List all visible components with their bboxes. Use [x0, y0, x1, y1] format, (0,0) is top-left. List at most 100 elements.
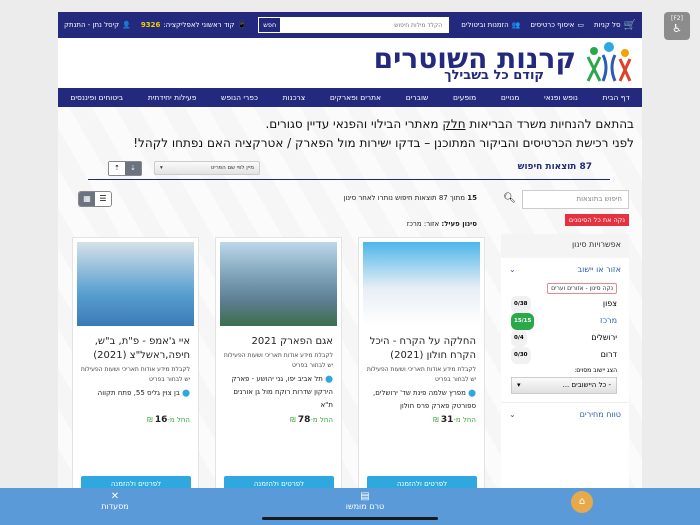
- user-icon: 👤: [122, 21, 131, 29]
- clear-all-filters-button[interactable]: נקה את כל הסינונים: [564, 214, 629, 226]
- orders-link[interactable]: 👥 הזמנות וביטולים: [461, 21, 520, 29]
- product-image[interactable]: [77, 242, 194, 326]
- active-filter-label: סינון פעיל:: [441, 220, 477, 228]
- card-description: לקבלת מידע אודות תאריכי ושעות הפעילות יש…: [223, 352, 333, 369]
- list-icon: ▤: [360, 491, 370, 502]
- chevron-down-icon: ⌄: [509, 265, 516, 274]
- card-title[interactable]: איי ג'אמפ - פ"ת, ב"ש, חיפה,ראשל"צ (2021): [78, 335, 190, 363]
- city-select[interactable]: - כל היישובים ... ▾: [511, 377, 617, 394]
- currency: ₪: [147, 416, 153, 424]
- results-count: 87 תוצאות חיפוש: [517, 162, 592, 172]
- nav-vouchers[interactable]: שוברים: [406, 93, 429, 102]
- region-list: צפון 0/38 מרכז 15/15 ירושלים 0/4 דרום 0/30: [501, 294, 629, 364]
- price-prefix: החל מ-: [167, 416, 190, 424]
- card-title[interactable]: החלקה על הקרח - היכל הקרח חולון (2021): [364, 335, 476, 363]
- card-address: בן צוין גליס 55, פתח תקווה: [97, 389, 180, 397]
- cards-link[interactable]: ▭ איסוף כרטיסים: [530, 21, 584, 29]
- accessibility-button[interactable]: [F2] ♿: [664, 12, 690, 40]
- region-item[interactable]: דרום 0/30: [511, 347, 617, 364]
- nav-unit-activity[interactable]: פעילות יחידתית: [148, 93, 197, 102]
- home-indicator: [262, 517, 438, 520]
- region-name: צפון: [602, 299, 617, 308]
- results-text: מתוך 87 תוצאות חיפוש נותרו לאחר סינון: [343, 194, 468, 202]
- user-logout-link[interactable]: 👤 קיסל נתן - התנתק: [64, 21, 131, 29]
- phone-icon: 📱: [237, 21, 247, 29]
- city-label: הצג יישוב מסוים:: [574, 367, 617, 374]
- card-price: החל מ-31 ₪: [433, 415, 476, 425]
- sort-asc-icon[interactable]: ⇡: [109, 162, 125, 175]
- app-code: 📱 קוד ראשוני לאפליקציה: 9326: [141, 21, 246, 29]
- active-filter: סינון פעיל: אזור: מרכז: [407, 220, 477, 228]
- grid-view-icon[interactable]: ▦: [79, 192, 95, 206]
- divider: [88, 179, 610, 180]
- nav-home[interactable]: דף הבית: [603, 93, 630, 102]
- region-item[interactable]: צפון 0/38: [511, 296, 617, 313]
- nav-shows[interactable]: מופעים: [453, 93, 476, 102]
- search-icon[interactable]: 🔍︎: [503, 193, 516, 204]
- nav-vacation[interactable]: נופש ופנאי: [544, 93, 578, 102]
- subsidized-tab[interactable]: ▤ טרם מומשו: [320, 491, 410, 511]
- utensils-icon: ✕: [110, 491, 120, 502]
- price-prefix: החל מ-: [310, 416, 333, 424]
- home-button[interactable]: ⌂: [571, 491, 593, 513]
- list-view-icon[interactable]: ☰: [95, 192, 111, 206]
- price-prefix: החל מ-: [453, 416, 476, 424]
- nav-parks[interactable]: אתרים ופארקים: [330, 93, 381, 102]
- region-item[interactable]: ירושלים 0/4: [511, 330, 617, 347]
- sort-desc-icon[interactable]: ⇣: [125, 162, 141, 175]
- shortcut-label: [F2]: [671, 15, 683, 22]
- nav-insurance[interactable]: ביטוחים ופיננסים: [70, 93, 123, 102]
- view-toggle: ☰ ▦: [78, 191, 112, 207]
- region-name: ירושלים: [591, 333, 617, 342]
- clear-region-button[interactable]: נקה סינון - אזורים וערים: [547, 283, 617, 294]
- sort-direction: ⇣ ⇡: [108, 161, 142, 176]
- bottom-bar: ⌂ ▤ טרם מומשו ✕ מסעדות: [0, 488, 700, 525]
- currency: ₪: [433, 416, 439, 424]
- region-item[interactable]: מרכז 15/15: [511, 313, 617, 330]
- nav-villages[interactable]: כפרי הנופש: [221, 93, 258, 102]
- city-select-value: - כל היישובים ...: [562, 381, 611, 389]
- notice-text: מאתרי הבילוי והפנאי עדיין סגורים.: [265, 117, 443, 131]
- card-description: לקבלת מידע אודות תאריכי ושעות הפעילות יש…: [80, 366, 190, 383]
- product-image[interactable]: [363, 242, 480, 326]
- card-description: לקבלת מידע אודות תאריכי ושעות הפעילות יש…: [366, 366, 476, 383]
- search-input[interactable]: [281, 17, 450, 33]
- content: בהתאם להנחיות משרד הבריאות חלק מאתרי הבי…: [58, 107, 642, 497]
- notice-link[interactable]: חלק: [442, 117, 465, 131]
- sort-select[interactable]: מיין לפי שם הפריט ▾: [154, 161, 260, 175]
- filter-section-region[interactable]: אזור או יישוב ⌄: [501, 258, 629, 281]
- notice-line-2: לפני רכישת הכרטיסים והביקור המתוכנן – בד…: [133, 136, 634, 150]
- restaurants-label: מסעדות: [101, 502, 129, 511]
- currency: ₪: [290, 416, 296, 424]
- location-pin-icon: ⬤: [468, 389, 476, 397]
- filter-section-price[interactable]: טווח מחירים ⌄: [501, 402, 629, 426]
- subsidized-label: טרם מומשו: [345, 502, 385, 511]
- notice-text: בהתאם להנחיות משרד הבריאות: [465, 117, 634, 131]
- nav-consumer[interactable]: צרכנות: [283, 93, 306, 102]
- price-value: 78: [297, 415, 311, 425]
- app-code-value: 9326: [140, 21, 161, 29]
- active-filter-value: אזור: מרכז: [406, 220, 442, 228]
- cart-link[interactable]: 🛒 סל קניות: [594, 20, 636, 31]
- region-count: 0/38: [511, 296, 531, 313]
- results-search-input[interactable]: חיפוש בתוצאות: [522, 190, 629, 209]
- orders-label: הזמנות וביטולים: [461, 21, 509, 29]
- search-button[interactable]: חפש: [258, 17, 282, 33]
- product-card: החלקה על הקרח - היכל הקרח חולון (2021) לק…: [358, 237, 485, 497]
- sort-select-value: מיין לפי שם הפריט: [210, 165, 254, 171]
- cart-icon: 🛒: [623, 19, 636, 31]
- notice-line-1: בהתאם להנחיות משרד הבריאות חלק מאתרי הבי…: [265, 117, 634, 131]
- site-search: חפש: [258, 17, 450, 33]
- restaurants-tab[interactable]: ✕ מסעדות: [85, 491, 145, 511]
- nav-subscriptions[interactable]: מנויים: [501, 93, 519, 102]
- top-bar: 🛒 סל קניות ▭ איסוף כרטיסים 👥 הזמנות וביטולי…: [58, 12, 642, 38]
- card-address: מפרץ שלמה פינת שד' ירושלים, ספורטק פארק …: [373, 389, 476, 410]
- cards-label: איסוף כרטיסים: [530, 21, 575, 29]
- card-address: תל אביב יפו, גני יהושע - פארק הירקון שדר…: [231, 375, 333, 409]
- card-price: החל מ-16 ₪: [147, 415, 190, 425]
- region-count: 0/30: [511, 347, 531, 364]
- card-title[interactable]: אגם הפארק 2021: [221, 335, 333, 349]
- price-value: 16: [154, 415, 168, 425]
- product-image[interactable]: [220, 242, 337, 326]
- logo-area: קרנות השוטרים קודם כל בשבילך: [58, 38, 642, 88]
